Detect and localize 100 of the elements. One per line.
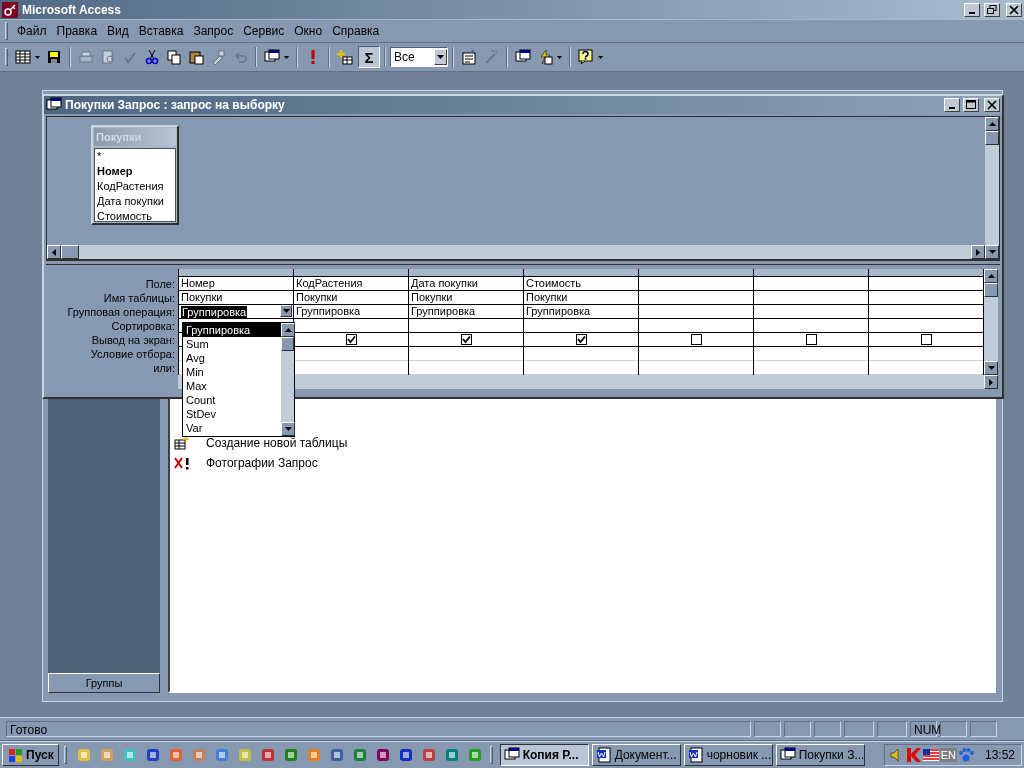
- cut-icon[interactable]: [144, 49, 160, 65]
- print-preview-icon[interactable]: [100, 49, 116, 65]
- dropdown-option[interactable]: Avg: [183, 351, 281, 365]
- database-window-icon[interactable]: [515, 49, 531, 65]
- scroll-up-button[interactable]: [985, 117, 999, 131]
- properties-icon[interactable]: [461, 49, 477, 65]
- help-icon[interactable]: [578, 49, 594, 65]
- caret-icon[interactable]: [284, 55, 289, 59]
- dropdown-button[interactable]: [280, 305, 292, 317]
- table-cell[interactable]: Номер: [179, 277, 293, 291]
- column-selector[interactable]: [409, 269, 523, 277]
- field-item[interactable]: КодРастения: [95, 179, 175, 194]
- totals-button[interactable]: Σ: [358, 46, 380, 68]
- scroll-left-button[interactable]: [47, 245, 61, 259]
- taskbar-button[interactable]: Документ...: [591, 744, 681, 766]
- column-selector[interactable]: [754, 269, 868, 277]
- pane-splitter[interactable]: [46, 259, 1000, 265]
- menu-item[interactable]: Окно: [289, 24, 328, 38]
- speaker-icon[interactable]: [888, 747, 905, 763]
- table-cell[interactable]: Покупки: [294, 291, 408, 305]
- menu-item[interactable]: Вставка: [133, 24, 189, 38]
- table-cell[interactable]: [754, 333, 868, 347]
- table-box[interactable]: Покупки * Номер КодРастения Дата покупки Стоимость: [91, 125, 179, 225]
- copy-icon[interactable]: [166, 49, 182, 65]
- checkbox[interactable]: [575, 334, 587, 345]
- taskbar-button[interactable]: чорновик ...: [683, 744, 773, 766]
- close-button[interactable]: [1006, 2, 1022, 17]
- scroll-up-button[interactable]: [281, 323, 295, 337]
- table-cell[interactable]: Покупки: [524, 291, 638, 305]
- list-item[interactable]: Фотографии Запрос: [206, 456, 318, 470]
- scroll-right-button[interactable]: [984, 375, 998, 389]
- caret-icon[interactable]: [437, 55, 444, 59]
- menu-item[interactable]: Запрос: [188, 24, 239, 38]
- dropdown-option[interactable]: Max: [183, 379, 281, 393]
- table-cell[interactable]: Дата покупки: [409, 277, 523, 291]
- checkbox[interactable]: [805, 334, 817, 345]
- column-selector[interactable]: [294, 269, 408, 277]
- dropdown-option[interactable]: Min: [183, 365, 281, 379]
- table-cell[interactable]: Стоимость: [524, 277, 638, 291]
- scroll-up-button[interactable]: [984, 269, 998, 283]
- field-item[interactable]: Дата покупки: [95, 194, 175, 209]
- table-cell[interactable]: [639, 333, 753, 347]
- field-item[interactable]: Стоимость: [95, 209, 175, 221]
- table-cell[interactable]: КодРастения: [294, 277, 408, 291]
- filter-combo[interactable]: Все: [390, 47, 448, 67]
- table-cell[interactable]: Группировка: [524, 305, 638, 319]
- save-icon[interactable]: [46, 49, 62, 65]
- table-cell[interactable]: Группировка: [409, 305, 523, 319]
- menu-item[interactable]: Файл: [12, 24, 52, 38]
- scroll-down-button[interactable]: [281, 422, 295, 436]
- dropdown-option[interactable]: Sum: [183, 337, 281, 351]
- start-button[interactable]: Пуск: [2, 744, 59, 766]
- scroll-thumb[interactable]: [281, 337, 294, 351]
- table-cell[interactable]: [409, 333, 523, 347]
- table-cell[interactable]: [524, 333, 638, 347]
- checkbox[interactable]: [460, 334, 472, 345]
- table-cell[interactable]: Покупки: [409, 291, 523, 305]
- menu-item[interactable]: Сервис: [238, 24, 290, 38]
- flag-icon[interactable]: [922, 747, 939, 763]
- dropdown-option[interactable]: StDev: [183, 407, 281, 421]
- column-selector[interactable]: [869, 269, 983, 277]
- dropdown-option[interactable]: Группировка: [183, 323, 281, 337]
- scroll-thumb[interactable]: [985, 131, 999, 145]
- show-table-icon[interactable]: [337, 49, 353, 65]
- caret-icon[interactable]: [598, 55, 603, 59]
- taskbar-button[interactable]: Копия Р...: [499, 744, 589, 766]
- menu-item[interactable]: Вид: [102, 24, 134, 38]
- paste-icon[interactable]: [188, 49, 204, 65]
- field-item[interactable]: Номер: [95, 164, 175, 179]
- scroll-thumb[interactable]: [61, 245, 79, 259]
- caret-icon[interactable]: [282, 309, 290, 313]
- datasheet-view-icon[interactable]: [15, 49, 31, 65]
- vertical-scrollbar[interactable]: [984, 269, 998, 375]
- maximize-button[interactable]: [963, 98, 979, 112]
- field-item[interactable]: *: [95, 149, 175, 164]
- dropdown-option[interactable]: Count: [183, 393, 281, 407]
- groups-button[interactable]: Группы: [48, 673, 160, 693]
- scroll-down-button[interactable]: [985, 245, 999, 259]
- table-cell[interactable]: Покупки: [179, 291, 293, 305]
- column-selector[interactable]: [179, 269, 293, 277]
- dropdown-option[interactable]: Var: [183, 421, 281, 435]
- minimize-button[interactable]: [964, 2, 980, 17]
- checkbox[interactable]: [920, 334, 932, 345]
- close-button[interactable]: [984, 98, 1000, 112]
- query-type-icon[interactable]: [264, 49, 280, 65]
- language-indicator[interactable]: EN: [939, 748, 957, 762]
- checkbox[interactable]: [690, 334, 702, 345]
- checkbox[interactable]: [345, 334, 357, 345]
- menu-item[interactable]: Правка: [51, 24, 103, 38]
- scroll-down-button[interactable]: [984, 361, 998, 375]
- horizontal-scrollbar[interactable]: [47, 245, 985, 259]
- table-cell[interactable]: [869, 333, 983, 347]
- taskbar-button[interactable]: Покупки З...: [775, 744, 865, 766]
- restore-button[interactable]: [984, 2, 1000, 17]
- menu-item[interactable]: Справка: [327, 24, 385, 38]
- minimize-button[interactable]: [944, 98, 960, 112]
- table-cell[interactable]: Группировка: [294, 305, 408, 319]
- new-object-icon[interactable]: [537, 49, 553, 65]
- vertical-scrollbar[interactable]: [985, 117, 999, 259]
- caret-icon[interactable]: [35, 55, 40, 59]
